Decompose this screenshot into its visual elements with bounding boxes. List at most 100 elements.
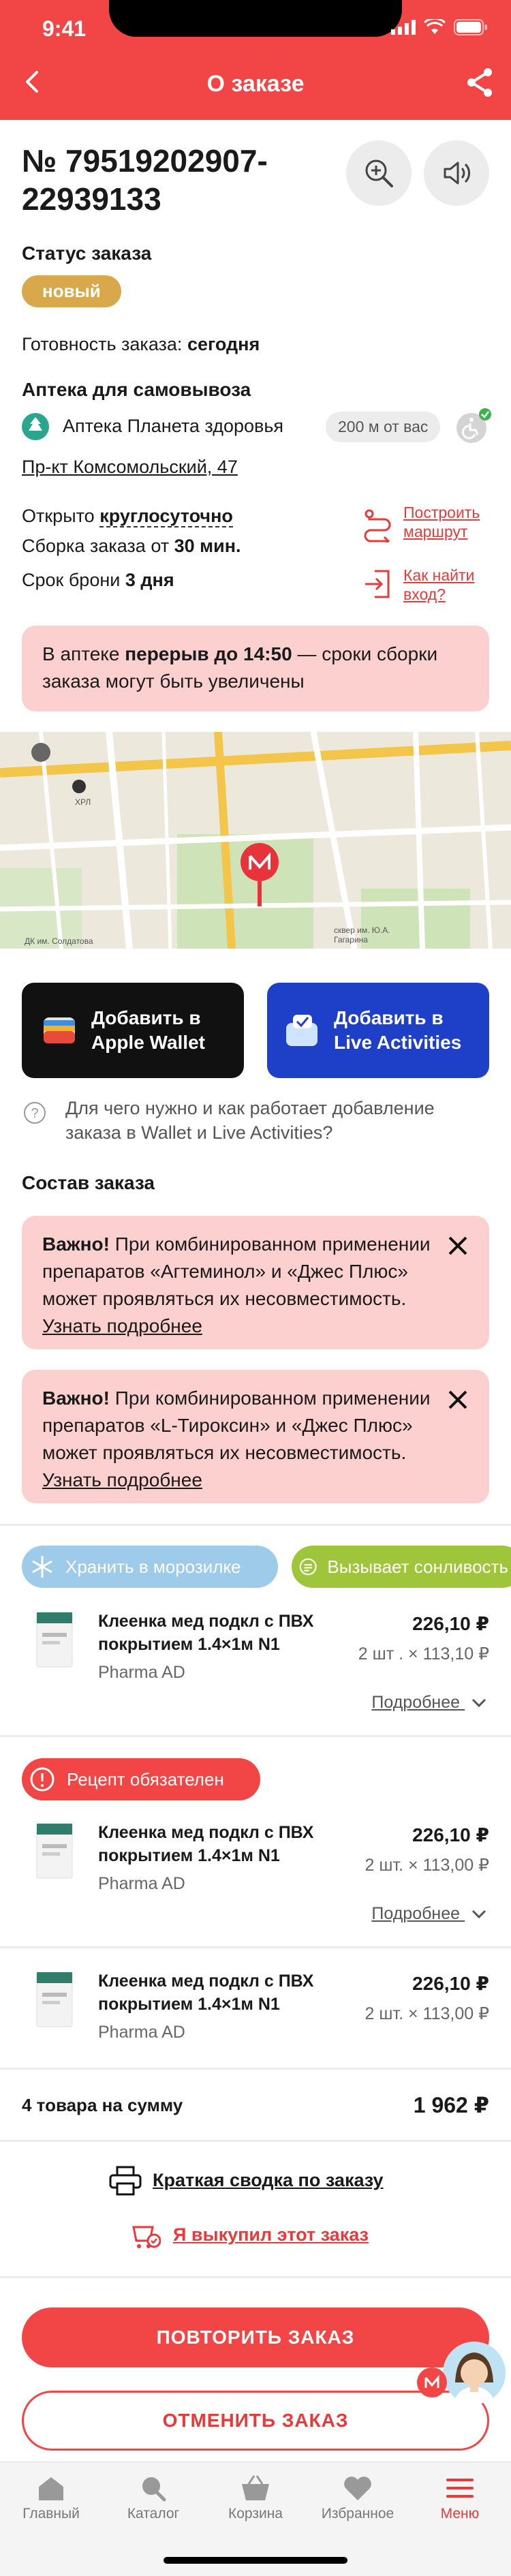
warning-2-link[interactable]: Узнать подробнее: [42, 1469, 202, 1490]
share-icon[interactable]: [463, 65, 497, 99]
tab-catalog-label: Каталог: [127, 2506, 180, 2521]
break-prefix: В аптеке: [42, 643, 120, 664]
printer-icon: [109, 2166, 142, 2196]
map-label-hrl: ХРЛ: [75, 797, 91, 807]
help-icon: ?: [24, 1102, 46, 1124]
live-activities-icon: [286, 1015, 318, 1046]
brand-logo-icon: [424, 2374, 439, 2388]
product-2-more-label: Подробнее: [371, 1904, 461, 1923]
live-activities-label: Добавить в Live Activities: [334, 1007, 462, 1053]
divider: [0, 1946, 511, 1948]
assistant-badge[interactable]: [417, 2367, 447, 2397]
repeat-order-button[interactable]: ПОВТОРИТЬ ЗАКАЗ: [22, 2307, 489, 2367]
assistant-avatar[interactable]: [443, 2342, 506, 2404]
divider: [0, 1524, 511, 1526]
warning-1-bold: Важно!: [42, 1233, 110, 1255]
product-1-qty: 2 шт . × 113,10 ₽: [358, 1644, 489, 1663]
entrance-icon: [365, 570, 390, 598]
readiness-value: сегодня: [187, 334, 260, 354]
tag-prescription[interactable]: Рецепт обязателен: [22, 1758, 260, 1800]
close-icon[interactable]: [447, 1389, 469, 1411]
pharmacy-name[interactable]: Аптека Планета здоровья: [63, 416, 283, 437]
tab-home[interactable]: Главный: [0, 2474, 102, 2522]
battery-icon: [454, 19, 487, 35]
tab-favorites-label: Избранное: [321, 2506, 394, 2521]
tab-favorites[interactable]: Избранное: [307, 2474, 409, 2522]
status-icons: [391, 19, 488, 35]
warning-1-link[interactable]: Узнать подробнее: [42, 1315, 202, 1336]
order-summary-link[interactable]: Краткая сводка по заказу: [153, 2170, 384, 2191]
product-2-more[interactable]: Подробнее: [371, 1904, 486, 1924]
open-label: Открыто: [22, 506, 95, 526]
zoom-button[interactable]: [346, 140, 412, 206]
product-2-vendor: Pharma AD: [98, 1874, 185, 1893]
map-label-square: сквер им. Ю.А. Гагарина: [334, 925, 390, 945]
device-notch: [109, 0, 402, 37]
status-bar: 9:41: [0, 0, 511, 60]
product-3-name[interactable]: Клеенка мед подкл с ПВХ покрытием 1.4×1м…: [98, 1969, 323, 2016]
tab-menu[interactable]: Меню: [409, 2474, 511, 2522]
product-image: [36, 1823, 73, 1879]
basket-icon: [242, 2475, 269, 2500]
alert-icon: [30, 1767, 55, 1792]
tag-drowsy[interactable]: Вызывает сонливость: [292, 1546, 511, 1588]
sound-button[interactable]: [424, 140, 489, 206]
product-image: [36, 1972, 73, 2027]
product-3-qty: 2 шт. × 113,00 ₽: [365, 2004, 489, 2023]
tag-drowsy-label: Вызывает сонливость: [327, 1556, 508, 1577]
chevron-down-icon: [471, 1910, 486, 1919]
product-2-price: 226,10 ₽: [412, 1824, 489, 1845]
wallet-help-text[interactable]: Для чего нужно и как работает добавление…: [65, 1096, 488, 1145]
tab-catalog[interactable]: Каталог: [102, 2474, 204, 2522]
divider: [0, 2140, 511, 2142]
map[interactable]: ХРЛ ДК им. Солдатова сквер им. Ю.А. Гага…: [0, 732, 511, 949]
status-time: 9:41: [42, 16, 87, 41]
product-1-name[interactable]: Клеенка мед подкл с ПВХ покрытием 1.4×1м…: [98, 1610, 323, 1656]
readiness-row: Готовность заказа: сегодня: [22, 334, 260, 355]
heart-icon: [344, 2477, 371, 2500]
product-2-name[interactable]: Клеенка мед подкл с ПВХ покрытием 1.4×1м…: [98, 1821, 323, 1867]
reserve-label: Срок брони: [22, 570, 121, 590]
distance-badge: 200 м от вас: [326, 412, 441, 442]
warning-2: Важно! При комбинированном применении пр…: [22, 1370, 489, 1503]
apple-wallet-button[interactable]: Добавить в Apple Wallet: [22, 983, 244, 1078]
accessibility-icon: [456, 408, 491, 443]
reserve-value: 3 дня: [125, 570, 174, 590]
speaker-icon: [444, 162, 470, 185]
find-entrance-link[interactable]: Как найти вход?: [403, 566, 492, 604]
product-1-more[interactable]: Подробнее: [371, 1693, 486, 1713]
snowflake-icon: [32, 1556, 52, 1578]
drowsy-icon: [299, 1558, 317, 1576]
product-1-price: 226,10 ₽: [412, 1613, 489, 1634]
live-activities-button[interactable]: Добавить в Live Activities: [267, 983, 489, 1078]
divider: [0, 1735, 511, 1737]
total-value: 1 962 ₽: [413, 2093, 489, 2117]
pharmacy-pin-icon[interactable]: [238, 841, 281, 909]
cancel-order-button[interactable]: ОТМЕНИТЬ ЗАКАЗ: [22, 2391, 489, 2451]
apple-wallet-label: Добавить в Apple Wallet: [91, 1007, 205, 1053]
search-icon: [142, 2477, 166, 2502]
tag-freezer[interactable]: Хранить в морозилке: [22, 1546, 278, 1588]
page-title: О заказе: [206, 71, 305, 97]
product-1-vendor: Pharma AD: [98, 1663, 185, 1682]
tab-home-label: Главный: [22, 2506, 80, 2521]
product-image: [36, 1612, 73, 1668]
assembly-row: Сборка заказа от 30 мин.: [22, 536, 241, 557]
pharmacy-address[interactable]: Пр-кт Комсомольский, 47: [22, 457, 238, 478]
bought-icon: [132, 2226, 161, 2248]
map-label-dk: ДК им. Солдатова: [25, 936, 93, 946]
tab-cart[interactable]: Корзина: [204, 2474, 307, 2522]
wallet-icon: [44, 1017, 75, 1043]
break-notice: В аптеке перерыв до 14:50 — сроки сборки…: [22, 626, 489, 711]
assembly-value: 30 мин.: [174, 536, 241, 556]
tag-freezer-label: Хранить в морозилке: [65, 1556, 241, 1577]
close-icon[interactable]: [447, 1235, 469, 1257]
break-bold: перерыв до 14:50: [125, 643, 292, 664]
home-icon: [39, 2477, 63, 2500]
bought-order-link[interactable]: Я выкупил этот заказ: [173, 2224, 369, 2245]
warning-1: Важно! При комбинированном применении пр…: [22, 1216, 489, 1349]
open-hours[interactable]: круглосуточно: [99, 506, 233, 527]
menu-icon: [446, 2479, 474, 2498]
build-route-link[interactable]: Построить маршрут: [403, 503, 492, 541]
wifi-icon: [424, 19, 446, 34]
